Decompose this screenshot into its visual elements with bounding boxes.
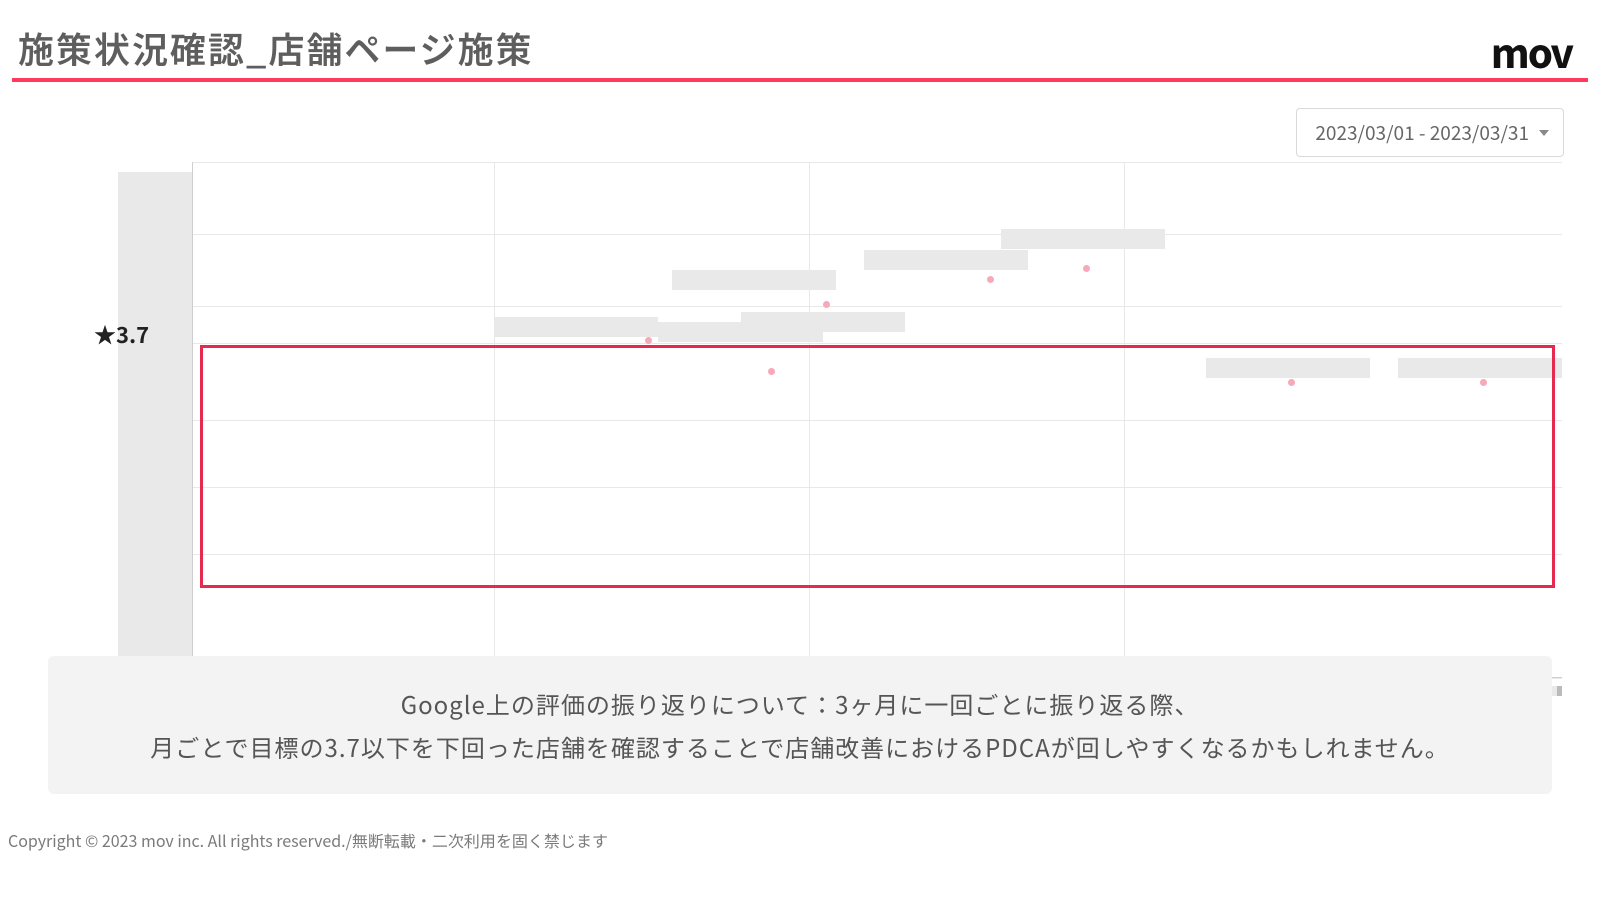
grid-line [193,420,1562,421]
caption-box: Google上の評価の振り返りについて：3ヶ月に一回ごとに振り返る際、 月ごとで… [48,656,1552,794]
rating-dot [1083,265,1090,272]
rating-dot [987,276,994,283]
rating-bar [494,317,658,337]
y-axis-band [118,172,192,676]
rating-bar [1001,229,1165,249]
caption-line: 月ごとで目標の3.7以下を下回った店舗を確認することで店舗改善におけるPDCAが… [88,725,1512,768]
grid-line [193,234,1562,235]
grid-line [494,162,495,668]
chevron-down-icon [1539,130,1549,136]
page-title: 施策状況確認_店舗ページ施策 [18,22,534,74]
grid-line [193,306,1562,307]
rating-bar [1206,358,1370,378]
date-range-picker[interactable]: 2023/03/01 - 2023/03/31 [1296,108,1564,157]
rating-chart: ★3.7 [118,162,1562,678]
plot-area [192,162,1562,678]
grid-line [809,162,810,668]
brand-logo: mov [1491,22,1572,80]
rating-bar [672,270,836,290]
rating-bar [741,312,905,332]
grid-line [193,343,1562,344]
rating-dot [768,368,775,375]
grid-line [193,554,1562,555]
threshold-label: ★3.7 [94,318,149,350]
rating-dot [1288,379,1295,386]
grid-line [193,162,1562,163]
header-divider [12,78,1588,82]
below-threshold-highlight [200,345,1555,588]
rating-dot [1480,379,1487,386]
grid-line [193,487,1562,488]
caption-line: Google上の評価の振り返りについて：3ヶ月に一回ごとに振り返る際、 [88,682,1512,725]
copyright-footer: Copyright © 2023 mov inc. All rights res… [8,828,608,852]
rating-bar [1398,358,1562,378]
rating-bar [864,250,1028,270]
date-range-value: 2023/03/01 - 2023/03/31 [1315,119,1529,146]
